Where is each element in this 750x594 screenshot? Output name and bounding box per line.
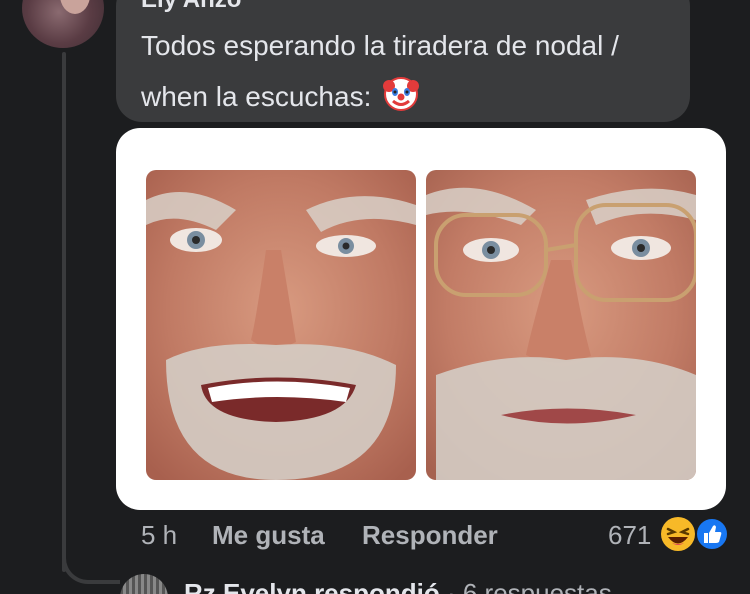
reply-author: Rz Evelyn (184, 578, 307, 594)
clown-face-icon (383, 76, 420, 112)
like-button[interactable]: Me gusta (212, 520, 325, 551)
comment-author[interactable]: Ely Anzo (141, 0, 241, 14)
comment-text-line2: when la escuchas: (141, 71, 681, 122)
thread-line (62, 52, 66, 572)
reply-separator: · (446, 578, 456, 594)
comment-image[interactable] (116, 128, 726, 510)
like-reaction-icon (694, 516, 730, 557)
laugh-reaction-icon (660, 516, 696, 557)
meme-photo-left (146, 170, 416, 480)
reply-summary[interactable]: Rz Evelyn respondió · 6 respuestas (184, 578, 612, 594)
view-replies-link[interactable]: Rz Evelyn respondió · 6 respuestas (120, 572, 740, 594)
reply-action: respondió (314, 578, 440, 594)
avatar[interactable] (22, 0, 104, 48)
reply-button[interactable]: Responder (362, 520, 498, 551)
reply-count: 6 respuestas (462, 578, 612, 594)
comment-text: Todos esperando la tiradera de nodal / w… (141, 20, 681, 122)
meme-photo-right (426, 170, 696, 480)
reactions-summary[interactable] (660, 514, 730, 554)
thread-connector (62, 540, 120, 584)
timestamp[interactable]: 5 h (141, 520, 177, 551)
comment-text-line1: Todos esperando la tiradera de nodal / (141, 30, 619, 61)
comment-thread: Ely Anzo Todos esperando la tiradera de … (0, 0, 750, 594)
reply-avatar (120, 574, 168, 594)
reaction-count[interactable]: 671 (608, 520, 651, 551)
